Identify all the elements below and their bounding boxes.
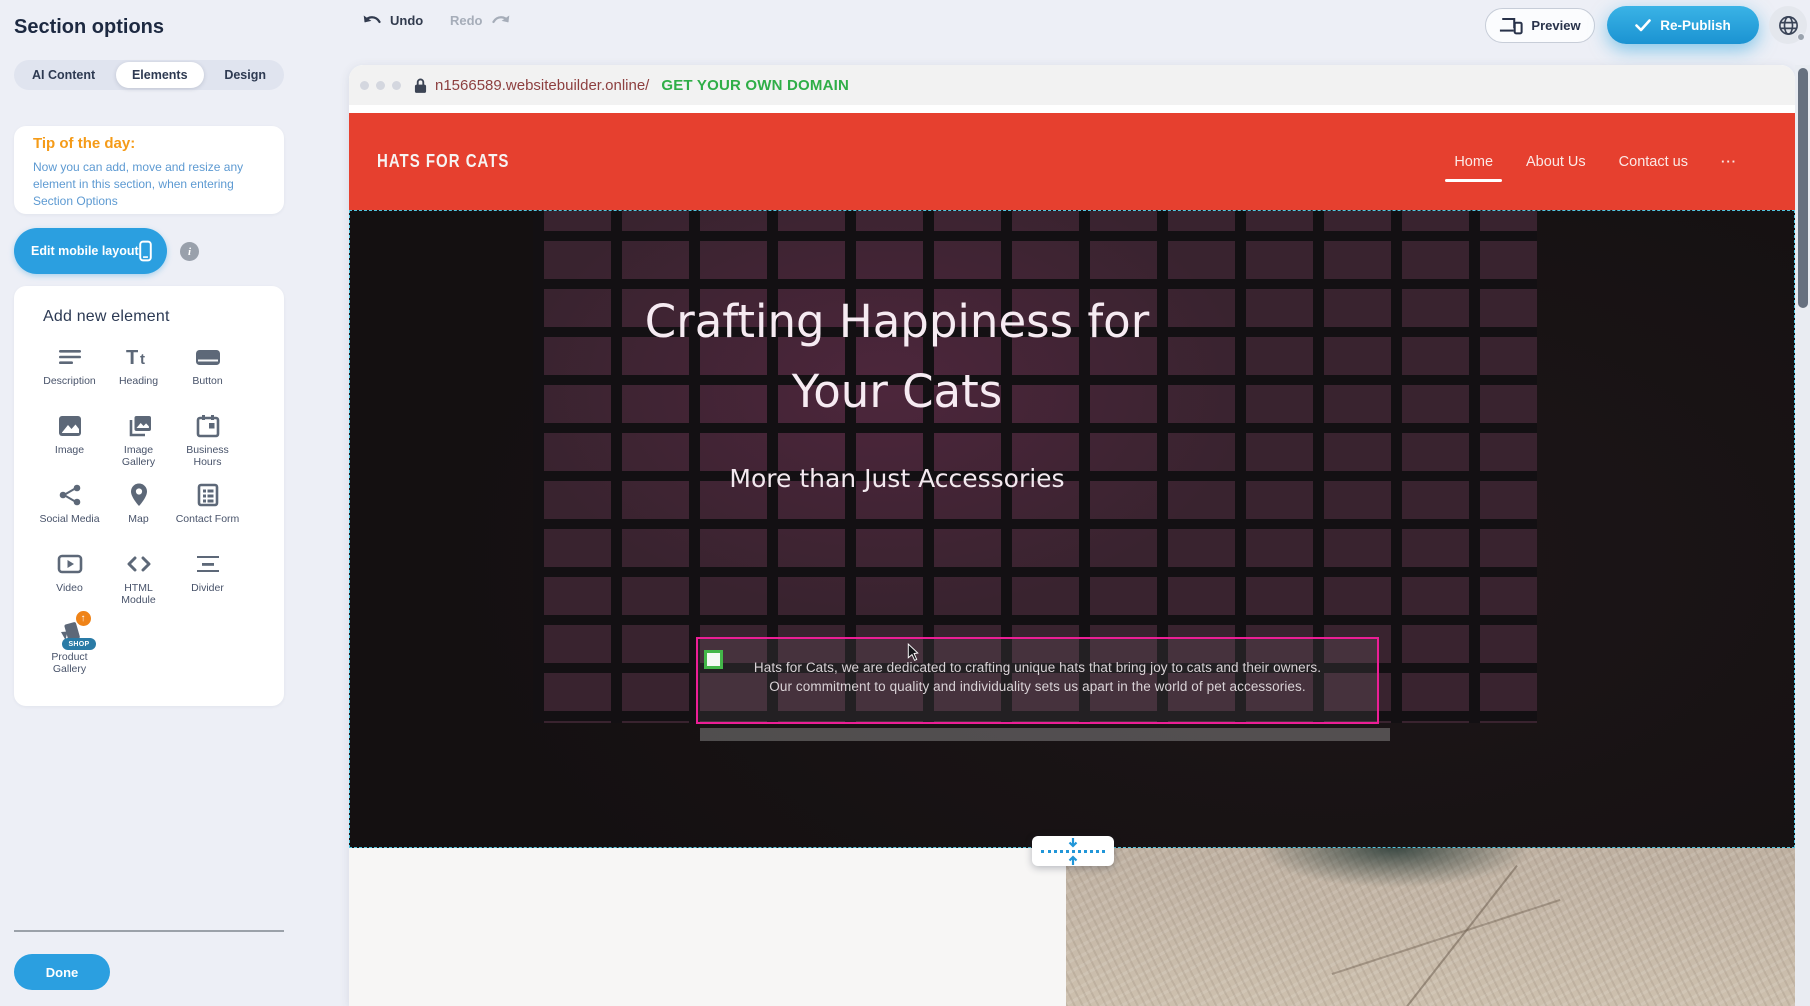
svg-text:T: T (126, 347, 138, 369)
map-pin-icon (124, 480, 154, 510)
undo-label: Undo (390, 13, 423, 28)
address-bar-url[interactable]: n1566589.websitebuilder.online/ (435, 77, 649, 94)
republish-button[interactable]: Re-Publish (1607, 6, 1759, 44)
tip-title: Tip of the day: (33, 135, 135, 152)
hero-subheading[interactable]: More than Just Accessories (350, 464, 1444, 493)
element-item-button[interactable]: Button (173, 338, 242, 407)
browser-chrome: n1566589.websitebuilder.online/ GET YOUR… (349, 65, 1795, 105)
browser-dots (360, 81, 401, 90)
divider-icon (193, 549, 223, 579)
hero-paragraph: Hats for Cats, we are dedicated to craft… (698, 659, 1377, 696)
undo-button[interactable]: Undo (362, 13, 423, 28)
image-gallery-icon (124, 411, 154, 441)
devices-icon (1499, 16, 1523, 35)
mouse-cursor (906, 643, 919, 662)
element-item-social-media[interactable]: Social Media (35, 476, 104, 545)
redo-label: Redo (450, 13, 483, 28)
form-icon (193, 480, 223, 510)
selected-paragraph-element[interactable]: Hats for Cats, we are dedicated to craft… (696, 637, 1379, 724)
element-item-heading[interactable]: Tt Heading (104, 338, 173, 407)
language-globe-button[interactable] (1769, 6, 1807, 44)
section-options-panel: Section options AI ContentElementsDesign… (0, 0, 302, 1006)
element-item-image-gallery[interactable]: Image Gallery (104, 407, 173, 476)
phone-icon (139, 240, 152, 262)
element-item-image[interactable]: Image (35, 407, 104, 476)
info-icon[interactable]: i (180, 242, 199, 261)
edit-mobile-layout-button[interactable]: Edit mobile layout (14, 228, 167, 274)
product-gallery-icon: ↑ SHOP (55, 618, 85, 648)
text-lines-icon (55, 342, 85, 372)
lock-icon (414, 77, 427, 94)
arrow-up-icon (1067, 854, 1079, 865)
arrow-down-icon (1067, 838, 1079, 849)
hero-section[interactable]: Crafting Happiness for Your Cats More th… (349, 210, 1795, 848)
site-canvas: HATS FOR CATS HomeAbout UsContact us··· … (349, 113, 1795, 1006)
editor-stage: Section options AI ContentElementsDesign… (0, 0, 1810, 1006)
element-drag-handle[interactable] (704, 650, 723, 669)
check-icon (1635, 19, 1651, 32)
globe-badge-dot (1797, 33, 1805, 41)
done-button[interactable]: Done (14, 954, 110, 990)
redo-icon (490, 13, 511, 28)
share-icon (55, 480, 85, 510)
site-nav: Home About Us Contact us ··· (1454, 113, 1737, 210)
nav-item-contact-us[interactable]: Contact us (1619, 154, 1688, 170)
tab-ai-content[interactable]: AI Content (16, 62, 111, 88)
scrollbar-track[interactable] (1795, 65, 1810, 1006)
calendar-icon (193, 411, 223, 441)
button-icon (193, 342, 223, 372)
get-domain-link[interactable]: GET YOUR OWN DOMAIN (661, 77, 849, 94)
preview-label: Preview (1531, 18, 1580, 33)
nav-item-about-us[interactable]: About Us (1526, 154, 1586, 170)
page-title: Section options (14, 16, 164, 39)
image-icon (55, 411, 85, 441)
element-item-description[interactable]: Description (35, 338, 104, 407)
element-item-business-hours[interactable]: Business Hours (173, 407, 242, 476)
element-item-map[interactable]: Map (104, 476, 173, 545)
nav-item-home[interactable]: Home (1454, 154, 1493, 170)
svg-text:t: t (140, 351, 145, 368)
section-resize-handle[interactable] (1032, 836, 1114, 866)
panel-divider (14, 930, 284, 932)
video-icon (55, 549, 85, 579)
tab-elements[interactable]: Elements (116, 62, 204, 88)
add-element-title: Add new element (43, 308, 170, 326)
edit-mobile-layout-label: Edit mobile layout (31, 244, 139, 258)
paving-photo (1066, 848, 1795, 1006)
panel-tabs: AI ContentElementsDesign (14, 60, 284, 90)
tab-design[interactable]: Design (208, 62, 282, 88)
element-item-html-module[interactable]: HTML Module (104, 545, 173, 614)
next-section-blank (349, 848, 1066, 1006)
nav-more-menu[interactable]: ··· (1721, 154, 1737, 169)
globe-icon (1777, 14, 1800, 37)
preview-button[interactable]: Preview (1485, 8, 1595, 43)
site-header: HATS FOR CATS Home About Us Contact us ··· (349, 113, 1795, 210)
element-item-product-gallery[interactable]: ↑ SHOP Product Gallery (35, 614, 104, 683)
redo-button[interactable]: Redo (450, 13, 511, 28)
undo-icon (362, 13, 383, 28)
site-logo[interactable]: HATS FOR CATS (377, 151, 509, 171)
code-icon (124, 549, 154, 579)
hero-heading[interactable]: Crafting Happiness for Your Cats (350, 287, 1444, 427)
tip-of-the-day-card: Tip of the day: Now you can add, move an… (14, 126, 284, 214)
add-element-grid: DescriptionTt Heading Button Image Image… (35, 338, 242, 683)
element-item-divider[interactable]: Divider (173, 545, 242, 614)
tip-body: Now you can add, move and resize any ele… (33, 159, 267, 210)
element-hover-strip (700, 728, 1390, 741)
element-item-video[interactable]: Video (35, 545, 104, 614)
heading-icon: Tt (124, 342, 154, 372)
add-element-card: Add new element DescriptionTt Heading Bu… (14, 286, 284, 706)
element-item-contact-form[interactable]: Contact Form (173, 476, 242, 545)
upgrade-arrow-icon: ↑ (76, 611, 91, 626)
next-section (349, 848, 1795, 1006)
scrollbar-thumb[interactable] (1798, 68, 1808, 308)
shop-badge: SHOP (62, 638, 95, 650)
republish-label: Re-Publish (1660, 18, 1731, 33)
site-preview-window: n1566589.websitebuilder.online/ GET YOUR… (349, 65, 1795, 1006)
